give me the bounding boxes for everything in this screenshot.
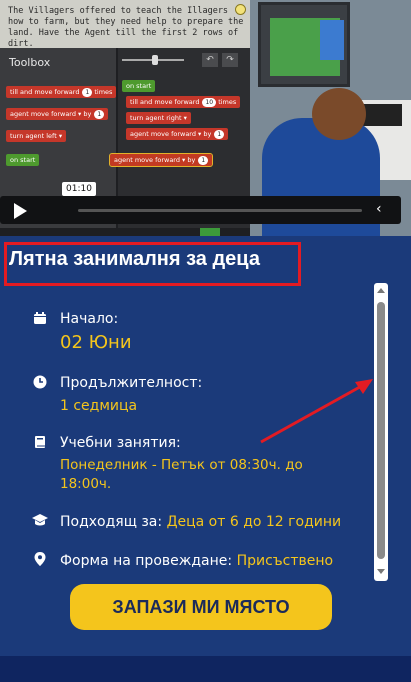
course-title-part: за деца xyxy=(180,248,260,270)
course-title-part: Лятна xyxy=(9,248,74,270)
schedule-label: Учебни занятия: xyxy=(60,435,181,451)
instructions-text: The Villagers offered to teach the Illag… xyxy=(0,0,250,49)
code-block: till and move forward 1 times xyxy=(6,86,117,98)
chevron-left-icon[interactable]: ‹ xyxy=(376,201,382,217)
duration-value: 1 седмица xyxy=(60,398,138,414)
age-value: Деца от 6 до 12 години xyxy=(166,514,342,530)
code-block: turn agent right ▾ xyxy=(126,112,191,124)
code-block: on start xyxy=(6,154,40,166)
course-title-part: занималня xyxy=(73,248,181,270)
code-block: on start xyxy=(122,80,156,92)
start-value: 02 Юни xyxy=(60,332,132,353)
game-screen-panel xyxy=(320,20,344,60)
time-tooltip: 01:10 xyxy=(62,182,96,196)
code-block: turn agent left ▾ xyxy=(6,130,67,142)
lightbulb-icon xyxy=(235,4,246,15)
location-pin-icon xyxy=(34,552,46,566)
workspace-toolbar: ↶ ↷ xyxy=(118,50,250,70)
format-label: Форма на провеждане: xyxy=(60,553,237,569)
course-title: Лятна занималня за деца xyxy=(9,248,260,271)
progress-bar[interactable] xyxy=(78,209,362,212)
scroll-up-icon[interactable] xyxy=(377,288,385,293)
zoom-slider xyxy=(122,55,184,65)
duration-label: Продължителност: xyxy=(60,375,203,391)
code-block: agent move forward ▾ by 1 xyxy=(6,108,109,120)
redo-icon: ↷ xyxy=(222,53,238,67)
clock-icon xyxy=(33,375,47,389)
dragging-code-block: agent move forward ▾ by 1 xyxy=(108,153,214,167)
schedule-value-line1: Понеделник - Петък от 08:30ч. до xyxy=(60,457,303,473)
video-player[interactable]: The Villagers offered to teach the Illag… xyxy=(0,0,411,236)
instructions-label: The Villagers offered to teach the Illag… xyxy=(8,6,244,49)
book-icon xyxy=(35,436,45,448)
undo-icon: ↶ xyxy=(202,53,218,67)
graduation-cap-icon xyxy=(32,514,48,526)
scrollbar-thumb[interactable] xyxy=(377,302,385,559)
video-controls-bar: ‹ xyxy=(0,196,401,224)
course-info-panel: Лятна занималня за деца Начало: 02 Юни П… xyxy=(0,236,411,656)
footer-bar xyxy=(0,656,411,682)
button-peek xyxy=(200,228,220,236)
age-row: Подходящ за: Деца от 6 до 12 години xyxy=(60,514,341,530)
annotation-arrow-icon xyxy=(260,379,373,444)
schedule-value-line2: 18:00ч. xyxy=(60,476,112,492)
code-block: agent move forward ▾ by 1 xyxy=(126,128,229,140)
child-head-image xyxy=(312,88,366,140)
start-label: Начало: xyxy=(60,311,119,327)
play-icon[interactable] xyxy=(14,203,27,219)
toolbox-title: Toolbox xyxy=(9,56,51,69)
format-value: Присъствено xyxy=(236,553,334,569)
format-row: Форма на провеждане: Присъствено xyxy=(60,553,333,569)
scroll-down-icon[interactable] xyxy=(377,569,385,574)
code-block: till and move forward 10 times xyxy=(126,96,241,108)
reserve-spot-button[interactable]: ЗАПАЗИ МИ МЯСТО xyxy=(70,584,332,630)
age-label: Подходящ за: xyxy=(60,514,167,530)
calendar-icon xyxy=(34,312,46,324)
